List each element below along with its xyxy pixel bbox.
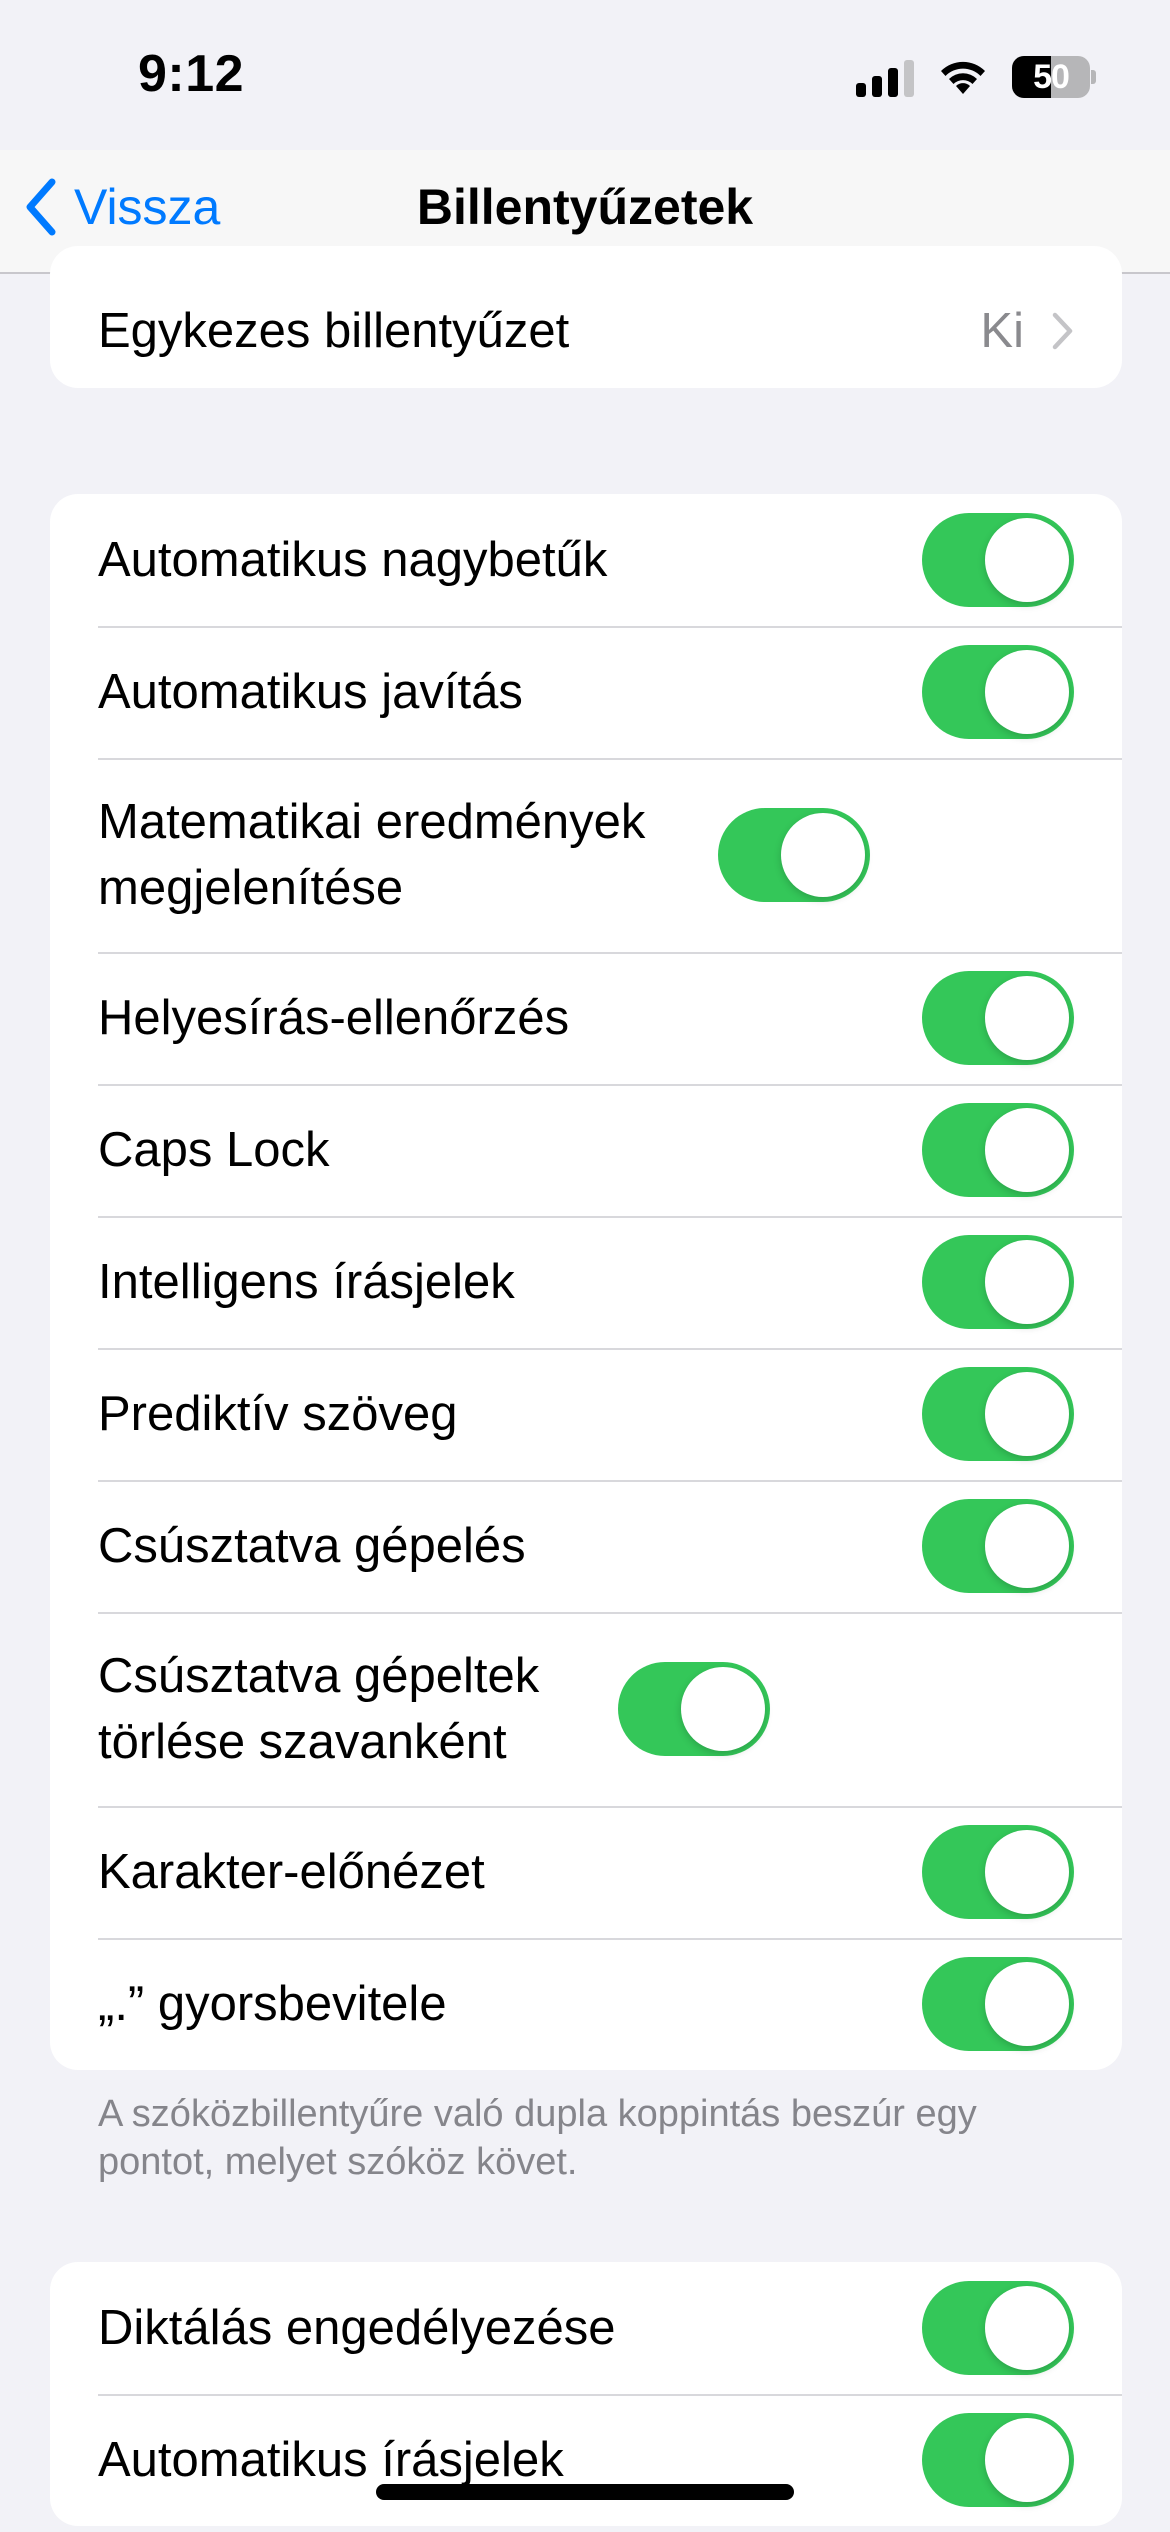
auto-correction-toggle[interactable] (922, 645, 1074, 739)
wifi-icon (941, 61, 985, 94)
row-label: „.” gyorsbevitele (98, 1977, 447, 2031)
row-label: Prediktív szöveg (98, 1387, 458, 1441)
row-label: Matematikai eredmények megjelenítése (98, 795, 646, 915)
slide-to-type-toggle[interactable] (922, 1499, 1074, 1593)
smart-punctuation-toggle[interactable] (922, 1235, 1074, 1329)
one-handed-group: Egykezes billentyűzet Ki (50, 246, 1122, 388)
toggle-row-auto-capitalization: Automatikus nagybetűk (50, 494, 1122, 626)
period-shortcut-footnote: A szóközbillentyűre való dupla koppintás… (98, 2093, 977, 2183)
toggle-row-period-shortcut: „.” gyorsbevitele (50, 1938, 1122, 2070)
toggle-row-caps-lock: Caps Lock (50, 1084, 1122, 1216)
toggle-row-predictive-text: Prediktív szöveg (50, 1348, 1122, 1480)
character-preview-toggle[interactable] (922, 1825, 1074, 1919)
enable-dictation-toggle[interactable] (922, 2281, 1074, 2375)
cellular-signal-icon (856, 57, 914, 97)
auto-capitalization-toggle[interactable] (922, 513, 1074, 607)
row-value: Ki (980, 304, 1024, 358)
battery-icon: 50 (1012, 56, 1096, 98)
row-label: Helyesírás-ellenőrzés (98, 991, 570, 1045)
battery-level: 50 (1033, 58, 1070, 96)
delete-slide-to-type-by-word-toggle[interactable] (618, 1662, 770, 1756)
spell-check-toggle[interactable] (922, 971, 1074, 1065)
one-handed-keyboard-row[interactable]: Egykezes billentyűzet Ki (50, 246, 1122, 388)
keyboard-options-group: Automatikus nagybetűk Automatikus javítá… (50, 494, 1122, 2070)
toggle-row-character-preview: Karakter-előnézet (50, 1806, 1122, 1938)
math-results-toggle[interactable] (718, 808, 870, 902)
predictive-text-toggle[interactable] (922, 1367, 1074, 1461)
toggle-row-smart-punctuation: Intelligens írásjelek (50, 1216, 1122, 1348)
row-label: Karakter-előnézet (98, 1845, 485, 1899)
toggle-row-delete-slide-to-type-by-word: Csúsztatva gépeltek törlése szavanként (50, 1612, 1122, 1806)
row-label: Automatikus javítás (98, 665, 523, 719)
row-label: Egykezes billentyűzet (98, 304, 570, 358)
toggle-row-enable-dictation: Diktálás engedélyezése (50, 2262, 1122, 2394)
page-title: Billentyűzetek (416, 179, 754, 235)
toggle-row-slide-to-type: Csúsztatva gépelés (50, 1480, 1122, 1612)
row-label: Automatikus nagybetűk (98, 533, 608, 587)
row-label: Intelligens írásjelek (98, 1255, 515, 1309)
status-bar: 9:12 50 (0, 0, 1170, 150)
auto-punctuation-toggle[interactable] (922, 2413, 1074, 2507)
caps-lock-toggle[interactable] (922, 1103, 1074, 1197)
toggle-row-auto-correction: Automatikus javítás (50, 626, 1122, 758)
row-label: Csúsztatva gépeltek törlése szavanként (98, 1649, 540, 1769)
settings-screen: 9:12 50 Vissza Billentyűzetek Egykezes b… (0, 0, 1170, 2532)
row-label: Caps Lock (98, 1123, 330, 1177)
toggle-row-spell-check: Helyesírás-ellenőrzés (50, 952, 1122, 1084)
period-shortcut-toggle[interactable] (922, 1957, 1074, 2051)
toggle-row-auto-punctuation: Automatikus írásjelek (50, 2394, 1122, 2526)
row-label: Diktálás engedélyezése (98, 2301, 616, 2355)
status-icons: 50 (856, 56, 1096, 98)
toggle-row-math-results: Matematikai eredmények megjelenítése (50, 758, 1122, 952)
status-time: 9:12 (138, 45, 245, 103)
row-label: Csúsztatva gépelés (98, 1519, 526, 1573)
chevron-right-icon (1052, 312, 1073, 350)
home-indicator[interactable] (376, 2484, 794, 2500)
